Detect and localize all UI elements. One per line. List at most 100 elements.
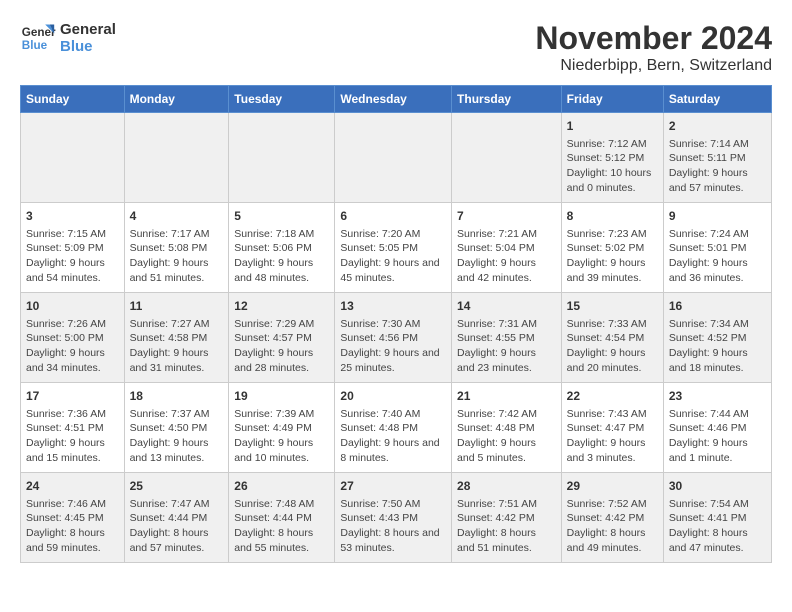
day-info: Sunrise: 7:14 AMSunset: 5:11 PMDaylight:…: [669, 137, 766, 196]
calendar-cell: 6 Sunrise: 7:20 AMSunset: 5:05 PMDaylight…: [335, 203, 452, 293]
day-number: 14: [457, 298, 556, 315]
day-number: 12: [234, 298, 329, 315]
day-info: Sunrise: 7:31 AMSunset: 4:55 PMDaylight:…: [457, 317, 556, 376]
calendar-week-5: 24Sunrise: 7:46 AMSunset: 4:45 PMDayligh…: [21, 473, 772, 563]
day-info: Sunrise: 7:52 AMSunset: 4:42 PMDaylight:…: [567, 497, 658, 556]
day-info: Sunrise: 7:51 AMSunset: 4:42 PMDaylight:…: [457, 497, 556, 556]
logo: General Blue General Blue: [20, 20, 116, 56]
day-info: Sunrise: 7:27 AMSunset: 4:58 PMDaylight:…: [130, 317, 224, 376]
day-number: 16: [669, 298, 766, 315]
calendar-cell: 1 Sunrise: 7:12 AMSunset: 5:12 PMDaylight…: [561, 113, 663, 203]
day-number: 20: [340, 388, 446, 405]
day-info: Sunrise: 7:48 AMSunset: 4:44 PMDaylight:…: [234, 497, 329, 556]
page-subtitle: Niederbipp, Bern, Switzerland: [535, 57, 772, 75]
logo-icon: General Blue: [20, 20, 56, 56]
logo-line1: General: [60, 21, 116, 38]
day-number: 13: [340, 298, 446, 315]
calendar-cell: [335, 113, 452, 203]
day-info: Sunrise: 7:20 AMSunset: 5:05 PMDaylight:…: [340, 227, 446, 286]
calendar-week-3: 10 Sunrise: 7:26 AMSunset: 5:00 PMDayligh…: [21, 293, 772, 383]
day-number: 29: [567, 478, 658, 495]
calendar-cell: 5 Sunrise: 7:18 AMSunset: 5:06 PMDaylight…: [229, 203, 335, 293]
calendar-table: SundayMondayTuesdayWednesdayThursdayFrid…: [20, 85, 772, 563]
day-info: Sunrise: 7:54 AMSunset: 4:41 PMDaylight:…: [669, 497, 766, 556]
day-info: Sunrise: 7:12 AMSunset: 5:12 PMDaylight:…: [567, 137, 658, 196]
day-number: 8: [567, 208, 658, 225]
calendar-cell: [21, 113, 125, 203]
calendar-cell: 21 Sunrise: 7:42 AMSunset: 4:48 PMDayligh…: [452, 383, 562, 473]
day-number: 4: [130, 208, 224, 225]
calendar-cell: 26Sunrise: 7:48 AMSunset: 4:44 PMDayligh…: [229, 473, 335, 563]
calendar-cell: 2Sunrise: 7:14 AMSunset: 5:11 PMDaylight…: [663, 113, 771, 203]
calendar-cell: 22 Sunrise: 7:43 AMSunset: 4:47 PMDayligh…: [561, 383, 663, 473]
header-friday: Friday: [561, 86, 663, 113]
calendar-week-2: 3 Sunrise: 7:15 AMSunset: 5:09 PMDaylight…: [21, 203, 772, 293]
day-info: Sunrise: 7:26 AMSunset: 5:00 PMDaylight:…: [26, 317, 119, 376]
calendar-cell: 11 Sunrise: 7:27 AMSunset: 4:58 PMDayligh…: [124, 293, 229, 383]
calendar-cell: 4 Sunrise: 7:17 AMSunset: 5:08 PMDaylight…: [124, 203, 229, 293]
day-info: Sunrise: 7:42 AMSunset: 4:48 PMDaylight:…: [457, 407, 556, 466]
day-number: 1: [567, 118, 658, 135]
day-number: 22: [567, 388, 658, 405]
calendar-cell: 20Sunrise: 7:40 AMSunset: 4:48 PMDayligh…: [335, 383, 452, 473]
calendar-cell: 15 Sunrise: 7:33 AMSunset: 4:54 PMDayligh…: [561, 293, 663, 383]
day-number: 3: [26, 208, 119, 225]
day-info: Sunrise: 7:30 AMSunset: 4:56 PMDaylight:…: [340, 317, 446, 376]
day-number: 9: [669, 208, 766, 225]
day-info: Sunrise: 7:33 AMSunset: 4:54 PMDaylight:…: [567, 317, 658, 376]
day-number: 11: [130, 298, 224, 315]
calendar-cell: 3 Sunrise: 7:15 AMSunset: 5:09 PMDaylight…: [21, 203, 125, 293]
calendar-week-1: 1 Sunrise: 7:12 AMSunset: 5:12 PMDaylight…: [21, 113, 772, 203]
calendar-cell: 12 Sunrise: 7:29 AMSunset: 4:57 PMDayligh…: [229, 293, 335, 383]
day-number: 10: [26, 298, 119, 315]
day-info: Sunrise: 7:34 AMSunset: 4:52 PMDaylight:…: [669, 317, 766, 376]
calendar-cell: 14 Sunrise: 7:31 AMSunset: 4:55 PMDayligh…: [452, 293, 562, 383]
calendar-cell: [452, 113, 562, 203]
day-number: 18: [130, 388, 224, 405]
day-number: 27: [340, 478, 446, 495]
calendar-cell: 23 Sunrise: 7:44 AMSunset: 4:46 PMDayligh…: [663, 383, 771, 473]
header-wednesday: Wednesday: [335, 86, 452, 113]
day-info: Sunrise: 7:17 AMSunset: 5:08 PMDaylight:…: [130, 227, 224, 286]
logo-text: General Blue: [60, 21, 116, 55]
day-number: 6: [340, 208, 446, 225]
header-thursday: Thursday: [452, 86, 562, 113]
header-saturday: Saturday: [663, 86, 771, 113]
header-sunday: Sunday: [21, 86, 125, 113]
day-number: 5: [234, 208, 329, 225]
calendar-cell: 19Sunrise: 7:39 AMSunset: 4:49 PMDayligh…: [229, 383, 335, 473]
calendar-cell: 10 Sunrise: 7:26 AMSunset: 5:00 PMDayligh…: [21, 293, 125, 383]
calendar-header-row: SundayMondayTuesdayWednesdayThursdayFrid…: [21, 86, 772, 113]
calendar-cell: 18 Sunrise: 7:37 AMSunset: 4:50 PMDayligh…: [124, 383, 229, 473]
calendar-cell: 16 Sunrise: 7:34 AMSunset: 4:52 PMDayligh…: [663, 293, 771, 383]
page-title: November 2024: [535, 20, 772, 57]
calendar-cell: 25Sunrise: 7:47 AMSunset: 4:44 PMDayligh…: [124, 473, 229, 563]
day-info: Sunrise: 7:44 AMSunset: 4:46 PMDaylight:…: [669, 407, 766, 466]
header-monday: Monday: [124, 86, 229, 113]
calendar-cell: 17 Sunrise: 7:36 AMSunset: 4:51 PMDayligh…: [21, 383, 125, 473]
day-number: 15: [567, 298, 658, 315]
day-info: Sunrise: 7:37 AMSunset: 4:50 PMDaylight:…: [130, 407, 224, 466]
day-info: Sunrise: 7:29 AMSunset: 4:57 PMDaylight:…: [234, 317, 329, 376]
day-info: Sunrise: 7:18 AMSunset: 5:06 PMDaylight:…: [234, 227, 329, 286]
day-number: 17: [26, 388, 119, 405]
day-info: Sunrise: 7:36 AMSunset: 4:51 PMDaylight:…: [26, 407, 119, 466]
day-info: Sunrise: 7:21 AMSunset: 5:04 PMDaylight:…: [457, 227, 556, 286]
calendar-cell: 24Sunrise: 7:46 AMSunset: 4:45 PMDayligh…: [21, 473, 125, 563]
day-info: Sunrise: 7:50 AMSunset: 4:43 PMDaylight:…: [340, 497, 446, 556]
calendar-cell: 7Sunrise: 7:21 AMSunset: 5:04 PMDaylight…: [452, 203, 562, 293]
day-number: 21: [457, 388, 556, 405]
header: General Blue General Blue November 2024 …: [20, 20, 772, 75]
day-info: Sunrise: 7:43 AMSunset: 4:47 PMDaylight:…: [567, 407, 658, 466]
day-info: Sunrise: 7:47 AMSunset: 4:44 PMDaylight:…: [130, 497, 224, 556]
calendar-cell: 27 Sunrise: 7:50 AMSunset: 4:43 PMDayligh…: [335, 473, 452, 563]
day-number: 30: [669, 478, 766, 495]
day-number: 23: [669, 388, 766, 405]
calendar-cell: 30 Sunrise: 7:54 AMSunset: 4:41 PMDayligh…: [663, 473, 771, 563]
day-info: Sunrise: 7:23 AMSunset: 5:02 PMDaylight:…: [567, 227, 658, 286]
calendar-cell: 9Sunrise: 7:24 AMSunset: 5:01 PMDaylight…: [663, 203, 771, 293]
calendar-cell: 8 Sunrise: 7:23 AMSunset: 5:02 PMDaylight…: [561, 203, 663, 293]
calendar-week-4: 17 Sunrise: 7:36 AMSunset: 4:51 PMDayligh…: [21, 383, 772, 473]
day-info: Sunrise: 7:15 AMSunset: 5:09 PMDaylight:…: [26, 227, 119, 286]
svg-text:Blue: Blue: [22, 39, 48, 52]
